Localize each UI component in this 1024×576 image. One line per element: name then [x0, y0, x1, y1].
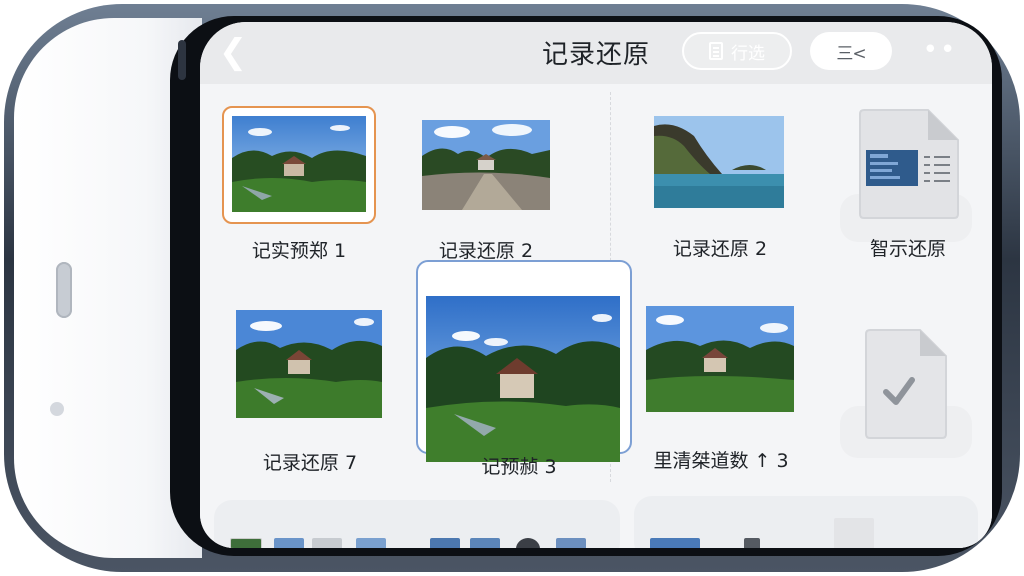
side-sensor-dot — [50, 402, 64, 416]
thumbnail-strip-right — [634, 496, 978, 548]
record-thumbnail-3[interactable] — [654, 116, 784, 208]
record-caption-7: 里清桀道数 ↑ 3 — [653, 450, 789, 472]
sort-label: 三< — [836, 43, 866, 64]
document-filter-icon — [709, 42, 723, 60]
sort-button[interactable]: 三< — [810, 32, 892, 70]
top-bar: ❮ 记录还原 行选 三< •• — [200, 22, 992, 84]
record-thumbnail-6[interactable] — [426, 296, 620, 462]
strip-thumb[interactable] — [744, 538, 760, 548]
record-caption-3: 记录还原 2 — [672, 238, 768, 260]
record-caption-6: 记预赪 3 — [481, 456, 557, 478]
strip-thumb[interactable] — [834, 518, 874, 548]
bezel-notch — [178, 40, 186, 80]
more-dots-icon: •• — [922, 35, 958, 65]
strip-thumb[interactable] — [356, 538, 386, 548]
record-thumbnail-2[interactable] — [422, 120, 550, 210]
strip-thumb[interactable] — [470, 538, 500, 548]
record-thumbnail-1[interactable] — [232, 116, 366, 212]
strip-thumb[interactable] — [274, 538, 304, 548]
record-thumbnail-5[interactable] — [236, 310, 382, 418]
filter-button[interactable]: 行选 — [682, 32, 792, 70]
strip-thumb[interactable] — [230, 538, 262, 548]
thumbnail-strip-left — [214, 500, 620, 548]
strip-thumb[interactable] — [556, 538, 586, 548]
strip-thumb[interactable] — [650, 538, 700, 548]
record-thumbnail-7[interactable] — [646, 306, 794, 412]
strip-thumb[interactable] — [430, 538, 460, 548]
side-button — [56, 262, 72, 318]
strip-thumb[interactable] — [312, 538, 342, 548]
more-options-button[interactable]: •• — [920, 36, 960, 66]
app-screen: ❮ 记录还原 行选 三< •• 记实预郑 1 记录还原 2 记录还原 2 智示还… — [200, 22, 992, 548]
strip-thumb[interactable] — [516, 538, 540, 548]
document-check-icon[interactable] — [864, 328, 948, 440]
filter-label: 行选 — [731, 43, 765, 64]
document-chart-icon[interactable] — [858, 108, 960, 220]
record-caption-2: 记录还原 2 — [438, 240, 534, 262]
record-grid: 记实预郑 1 记录还原 2 记录还原 2 智示还原 记录还原 7 记预赪 3 里… — [200, 84, 992, 548]
record-caption-5: 记录还原 7 — [262, 452, 358, 474]
record-caption-4: 智示还原 — [869, 238, 946, 260]
record-caption-1: 记实预郑 1 — [251, 240, 347, 262]
